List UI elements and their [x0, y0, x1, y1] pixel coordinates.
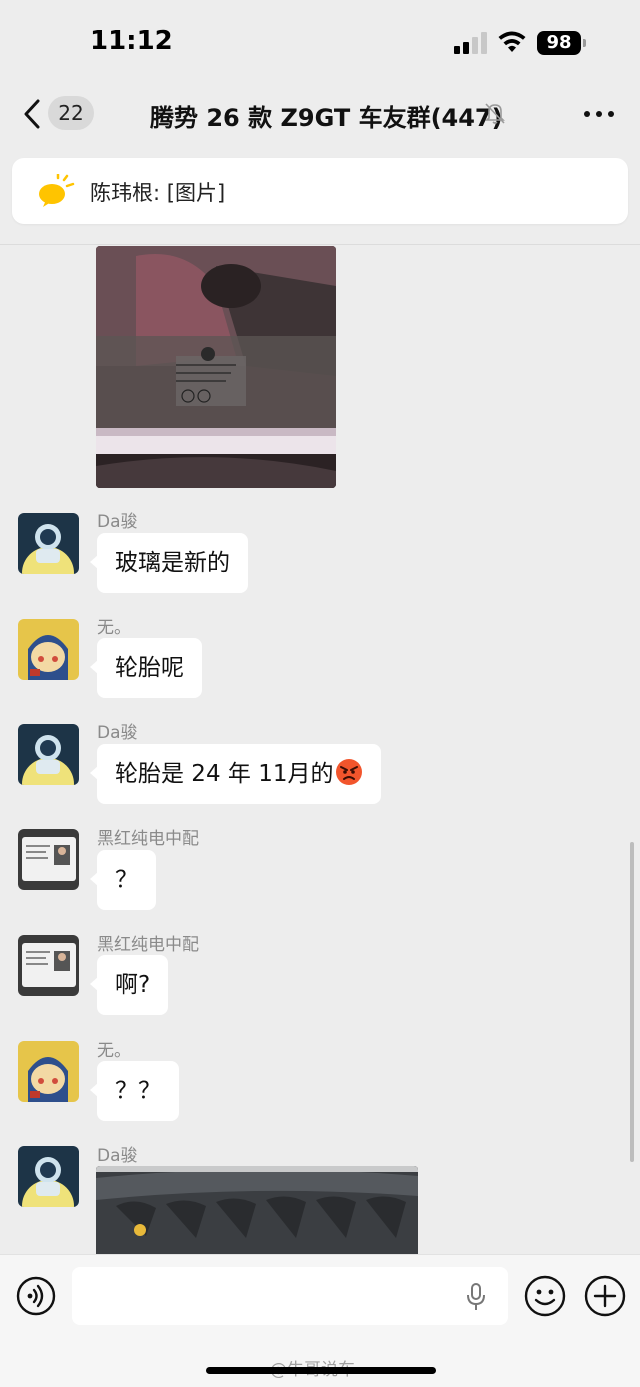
chat-title: 腾势 26 款 Z9GT 车友群(447) [150, 104, 503, 132]
text-message-bubble[interactable]: 玻璃是新的 [90, 533, 248, 593]
car-window-photo [96, 246, 336, 488]
sender-name: Da骏 [97, 723, 138, 743]
pinned-message-banner[interactable]: 陈玮根: [图片] [12, 158, 628, 224]
emoji-icon[interactable] [524, 1275, 566, 1317]
id-card-avatar-image [18, 935, 79, 996]
text-message-bubble[interactable]: 轮胎呢 [90, 638, 202, 698]
text-message-bubble[interactable]: 啊? [89, 955, 169, 1015]
status-time: 11:12 [90, 26, 173, 56]
image-message-car-window[interactable] [96, 246, 336, 488]
plus-icon[interactable] [584, 1275, 626, 1317]
tire-photo [96, 1166, 418, 1254]
avatar-black-red[interactable] [18, 829, 79, 890]
cartoon-avatar-image [18, 619, 79, 680]
mute-bell-icon [485, 103, 505, 124]
image-message-tire[interactable] [96, 1166, 418, 1254]
header-divider [0, 244, 640, 245]
chevron-left-icon [24, 99, 40, 129]
voice-mode-icon[interactable] [16, 1276, 56, 1316]
scrollbar[interactable] [630, 842, 634, 1162]
avatar-wu[interactable] [18, 1041, 79, 1102]
avatar-da-jun[interactable] [18, 1146, 79, 1207]
text-message-bubble[interactable]: ？？ [90, 1061, 179, 1121]
astronaut-avatar-image [18, 1146, 79, 1207]
back-button[interactable]: 22 [18, 94, 96, 134]
pinned-message-text: 陈玮根: [图片] [90, 181, 226, 205]
message-input-bar: @牛哥说车 [0, 1254, 640, 1387]
avatar-black-red[interactable] [18, 935, 79, 996]
cellular-signal-icon [454, 32, 488, 54]
battery-indicator: 98 [537, 31, 586, 55]
sender-name: Da骏 [97, 512, 138, 532]
text-message-bubble[interactable]: 轮胎是 24 年 11月的 [89, 744, 382, 804]
avatar-wu[interactable] [18, 619, 79, 680]
astronaut-avatar-image [18, 513, 79, 574]
text-message-bubble[interactable]: ？ [90, 850, 156, 910]
angry-face-icon [336, 759, 363, 785]
unread-count-badge: 22 [48, 96, 94, 130]
microphone-icon[interactable] [466, 1283, 486, 1311]
avatar-da-jun[interactable] [18, 724, 79, 785]
message-text: 轮胎是 24 年 11月的 [115, 761, 334, 787]
wifi-icon [498, 31, 526, 52]
sender-name: 黑红纯电中配 [97, 829, 199, 849]
avatar-da-jun[interactable] [18, 513, 79, 574]
cartoon-avatar-image [18, 1041, 79, 1102]
status-bar: 11:12 98 [0, 0, 640, 84]
message-text-input[interactable] [72, 1267, 508, 1325]
sender-name: Da骏 [97, 1146, 138, 1166]
sender-name: 无。 [97, 1041, 131, 1061]
sender-name: 黑红纯电中配 [97, 935, 199, 955]
sender-name: 无。 [97, 618, 131, 638]
more-options-button[interactable] [582, 102, 616, 126]
id-card-avatar-image [18, 829, 79, 890]
announcement-icon [39, 174, 75, 207]
astronaut-avatar-image [18, 724, 79, 785]
chat-header: 22 腾势 26 款 Z9GT 车友群(447) [0, 84, 640, 144]
home-indicator[interactable] [206, 1367, 436, 1374]
